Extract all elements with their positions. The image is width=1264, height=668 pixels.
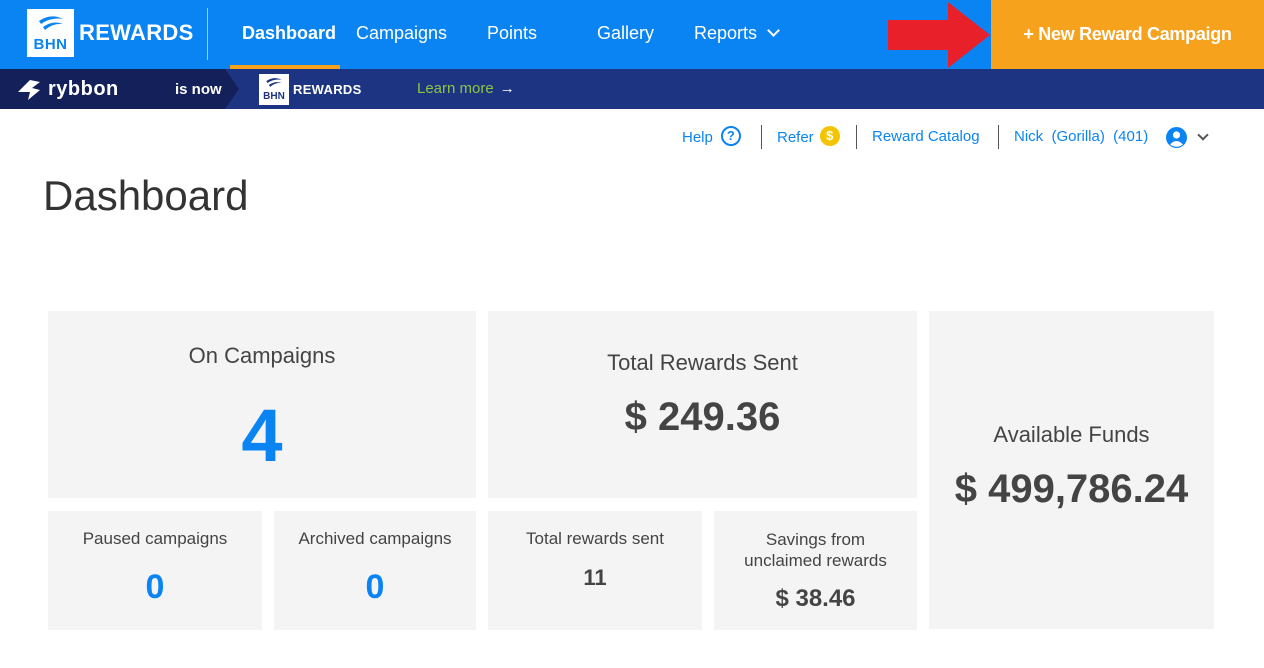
bhn-logo-text: BHN — [263, 91, 285, 102]
nav-tab-dashboard[interactable]: Dashboard — [242, 23, 336, 44]
brand-name: REWARDS — [79, 20, 194, 45]
savings-label-line1: Savings from — [765, 530, 866, 549]
archived-campaigns-label: Archived campaigns — [298, 529, 452, 548]
user-avatar-icon[interactable] — [1166, 127, 1187, 148]
paused-campaigns-label: Paused campaigns — [82, 529, 228, 548]
bhn-logo-text: BHN — [33, 36, 68, 53]
rybbon-logo-icon — [18, 80, 40, 100]
paused-campaigns-value: 0 — [145, 568, 165, 606]
help-link[interactable]: Help? — [682, 126, 741, 148]
archived-campaigns-card: Archived campaigns 0 — [274, 511, 476, 630]
total-rewards-sent-label: Total Rewards Sent — [607, 350, 798, 375]
banner-rewards-text: REWARDS — [293, 82, 362, 97]
chevron-down-icon[interactable] — [1197, 129, 1209, 141]
rebrand-banner: rybbon is now BHN REWARDS Learn more → — [0, 69, 1264, 109]
utility-divider — [761, 125, 762, 149]
savings-label-line2: unclaimed rewards — [744, 551, 887, 570]
question-circle-icon: ? — [720, 126, 741, 146]
total-rewards-sent-value: $ 249.36 — [624, 395, 781, 439]
archived-campaigns-value: 0 — [365, 568, 385, 606]
utility-divider — [856, 125, 857, 149]
on-campaigns-card: On Campaigns 4 — [48, 311, 476, 498]
nav-tab-campaigns[interactable]: Campaigns — [356, 23, 447, 44]
is-now-text: is now — [175, 81, 222, 98]
bhn-banner-logo: BHN — [259, 74, 289, 105]
dollar-coin-icon: $ — [819, 126, 840, 146]
bhn-swoosh-icon — [39, 16, 63, 30]
nav-tab-reports[interactable]: Reports — [694, 23, 780, 44]
total-rewards-count-card: Total rewards sent 11 — [488, 511, 702, 630]
red-arrow-annotation-icon — [888, 2, 990, 68]
available-funds-value: $ 499,786.24 — [954, 467, 1189, 511]
learn-more-label: Learn more — [417, 80, 494, 97]
savings-card: Savings from unclaimed rewards $ 38.46 — [714, 511, 917, 630]
on-campaigns-label: On Campaigns — [188, 343, 336, 368]
help-label: Help — [682, 128, 713, 146]
paused-campaigns-card: Paused campaigns 0 — [48, 511, 262, 630]
savings-value: $ 38.46 — [775, 585, 856, 612]
user-menu-name[interactable]: Nick (Gorilla) (401) — [1014, 128, 1148, 145]
new-reward-campaign-button[interactable]: + New Reward Campaign — [991, 0, 1264, 69]
total-rewards-sent-card: Total Rewards Sent $ 249.36 — [488, 311, 917, 498]
chevron-down-icon — [767, 24, 780, 37]
learn-more-link[interactable]: Learn more → — [417, 80, 515, 97]
reward-catalog-link[interactable]: Reward Catalog — [872, 128, 980, 145]
nav-divider — [207, 8, 208, 60]
on-campaigns-value: 4 — [241, 394, 283, 477]
page-title: Dashboard — [43, 172, 249, 219]
refer-label: Refer — [777, 128, 814, 146]
savings-label: Savings from unclaimed rewards — [714, 529, 917, 571]
nav-tab-reports-label: Reports — [694, 23, 758, 43]
utility-divider — [998, 125, 999, 149]
bhn-logo[interactable]: BHN — [27, 9, 74, 57]
available-funds-label: Available Funds — [993, 422, 1150, 447]
bhn-swoosh-icon — [266, 78, 282, 87]
total-rewards-count-label: Total rewards sent — [526, 529, 664, 548]
top-navigation-bar: BHN REWARDS Dashboard Campaigns Points G… — [0, 0, 1264, 69]
banner-pointer — [225, 69, 239, 109]
total-rewards-count-value: 11 — [583, 565, 607, 590]
nav-tab-points[interactable]: Points — [487, 23, 537, 44]
available-funds-card: Available Funds $ 499,786.24 — [929, 311, 1214, 629]
refer-link[interactable]: Refer $ — [777, 126, 840, 148]
arrow-right-icon: → — [499, 80, 515, 97]
nav-tab-gallery[interactable]: Gallery — [597, 23, 654, 44]
rybbon-brand: rybbon — [48, 78, 119, 100]
